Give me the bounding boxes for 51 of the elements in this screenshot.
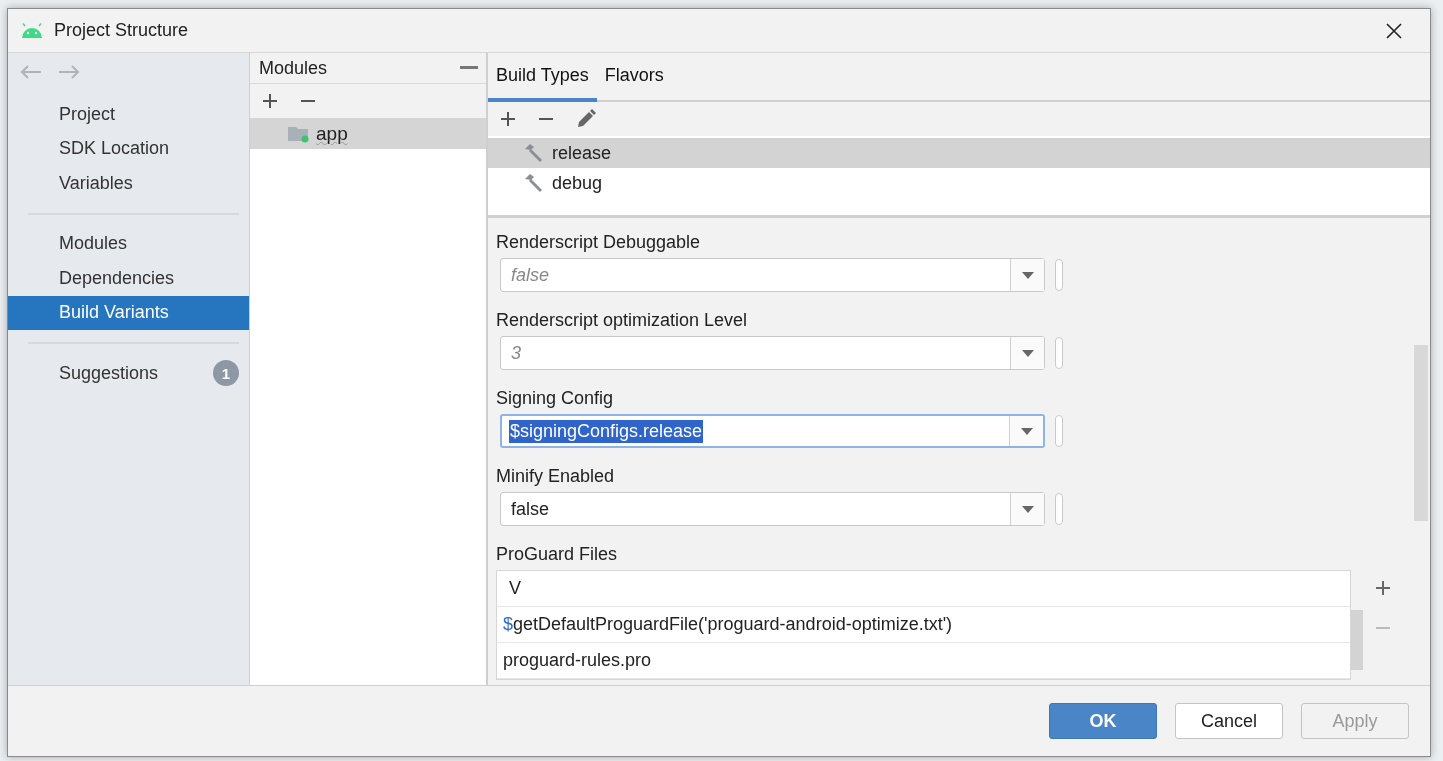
combo-box[interactable]: $signingConfigs.release	[500, 414, 1045, 448]
scrollbar-thumb[interactable]	[1351, 610, 1364, 670]
sidebar-item[interactable]: SDK Location	[8, 131, 249, 166]
pencil-icon[interactable]	[576, 109, 596, 129]
hammer-icon	[524, 144, 544, 162]
build-type-item[interactable]: debug	[488, 168, 1430, 198]
variable-toggle[interactable]	[1055, 337, 1063, 369]
dropdown-arrow-icon	[1021, 505, 1034, 513]
dialog-button[interactable]: OK	[1049, 703, 1157, 739]
sidebar-item[interactable]: Modules	[8, 226, 249, 261]
sidebar-item[interactable]: Suggestions 1	[8, 356, 249, 391]
back-arrow-icon	[20, 65, 42, 79]
window-title: Project Structure	[54, 20, 190, 41]
sidebar-item[interactable]: Build Variants	[8, 295, 249, 330]
variable-toggle[interactable]	[1055, 493, 1063, 525]
file-row[interactable]: proguard-rules.pro	[497, 643, 1351, 679]
add-icon[interactable]	[262, 93, 278, 109]
property-label: Renderscript Debuggable	[496, 232, 702, 253]
combo-box[interactable]: 3	[500, 336, 1045, 370]
build-type-item[interactable]: release	[488, 138, 1430, 168]
combo-box[interactable]: false	[500, 258, 1045, 292]
add-icon[interactable]	[500, 111, 516, 127]
dropdown-arrow-icon	[1020, 427, 1033, 435]
property-label: Renderscript optimization Level	[496, 310, 749, 331]
module-folder-icon	[288, 124, 310, 143]
tab[interactable]: Build Types	[488, 65, 597, 102]
panel-title: Modules	[259, 57, 328, 79]
forward-arrow-icon	[58, 65, 80, 79]
module-item[interactable]: app	[250, 118, 486, 149]
scrollbar-thumb[interactable]	[1414, 345, 1428, 521]
input-field[interactable]: V	[497, 571, 1351, 607]
close-icon	[1386, 22, 1402, 39]
minimize-icon[interactable]	[460, 66, 478, 70]
dropdown-arrow-icon	[1021, 349, 1034, 357]
tab[interactable]: Flavors	[596, 65, 672, 102]
count-badge: 1	[213, 360, 239, 387]
property-label: Minify Enabled	[496, 466, 616, 487]
property-label: Signing Config	[496, 388, 615, 409]
file-row[interactable]: $getDefaultProguardFile('proguard-android-optimize.txt')	[497, 607, 1351, 643]
variable-toggle[interactable]	[1055, 259, 1063, 291]
dropdown-arrow-icon	[1021, 271, 1034, 279]
android-icon	[20, 22, 44, 39]
sidebar-item[interactable]: Dependencies	[8, 261, 249, 296]
sidebar-item[interactable]: Project	[8, 97, 249, 132]
add-icon[interactable]	[1375, 580, 1392, 596]
hammer-icon	[524, 174, 544, 192]
dialog-button[interactable]: Cancel	[1175, 703, 1283, 739]
variable-toggle[interactable]	[1055, 415, 1063, 447]
property-label: ProGuard Files	[496, 544, 619, 565]
combo-box[interactable]: false	[500, 492, 1045, 526]
sidebar-item[interactable]: Variables	[8, 166, 249, 201]
